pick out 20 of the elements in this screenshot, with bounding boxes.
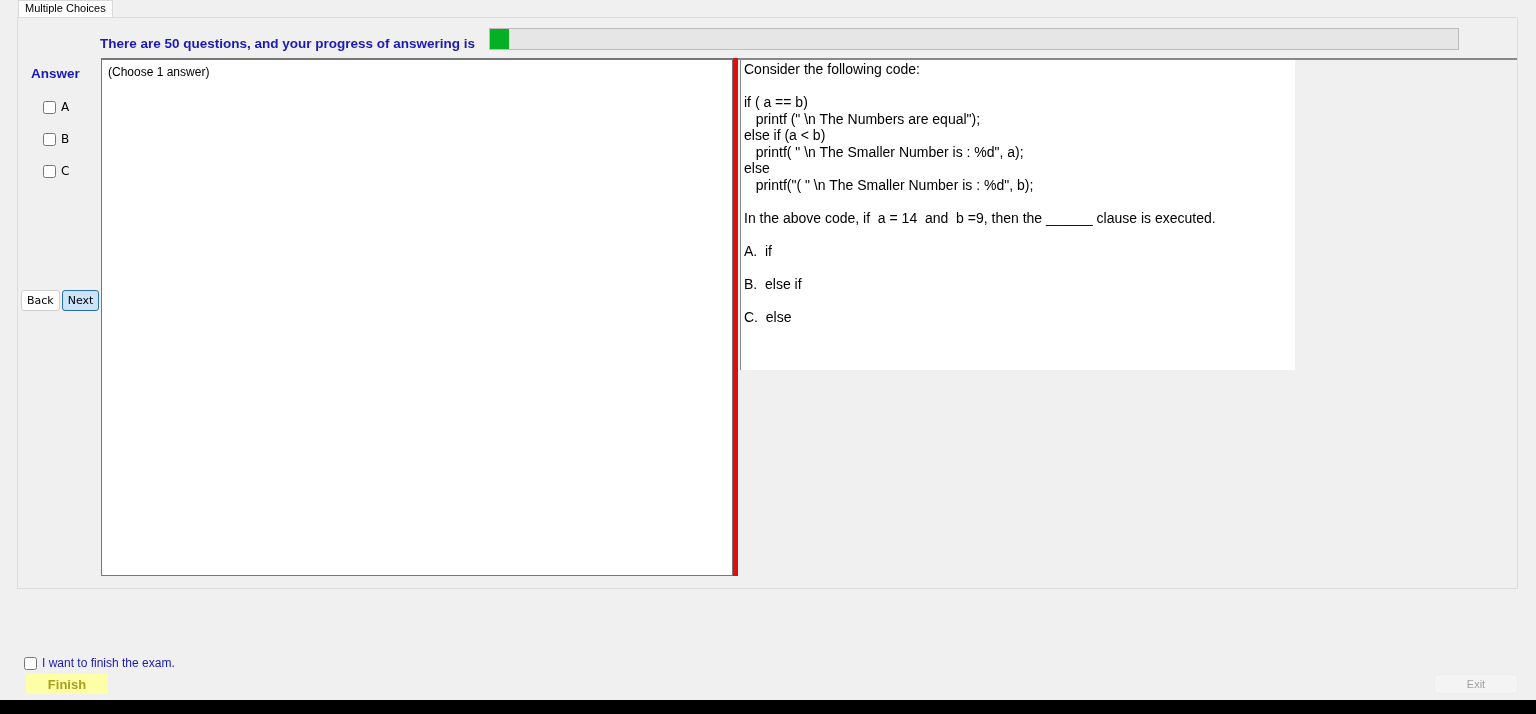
option-label: C [61,164,70,178]
checkbox[interactable] [43,100,56,114]
nav-button[interactable]: Back [21,290,60,311]
checkbox[interactable] [43,164,56,178]
confirm-label: I want to finish the exam. [42,656,175,670]
checkbox[interactable] [43,132,56,146]
code-text: if ( a == b) printf (" \n The Numbers are equal"); else if (a < b) printf( " \n The Smaller Number is : %d", a); else printf("( " \n The Smaller Number is : %d", b); [744,94,1035,194]
question-text: In the above code, if a = 14 and b =9, then the ______ clause is executed. [744,209,1217,227]
checkbox[interactable] [24,656,37,670]
answer-hint: (Choose 1 answer) [108,65,211,79]
answer-title: Answer [31,66,81,81]
option-label: A [61,100,70,114]
option-label: B [61,132,70,146]
choice-text: A. if [744,242,773,260]
choice-text: B. else if [744,275,803,293]
tab[interactable]: Multiple Choices [18,0,113,18]
nav-button[interactable]: Next [61,290,100,311]
question-text: Consider the following code: [744,61,921,78]
choice-text: C. else [744,308,793,326]
progress-label: There are 50 questions, and your progress of answering is [100,35,476,51]
